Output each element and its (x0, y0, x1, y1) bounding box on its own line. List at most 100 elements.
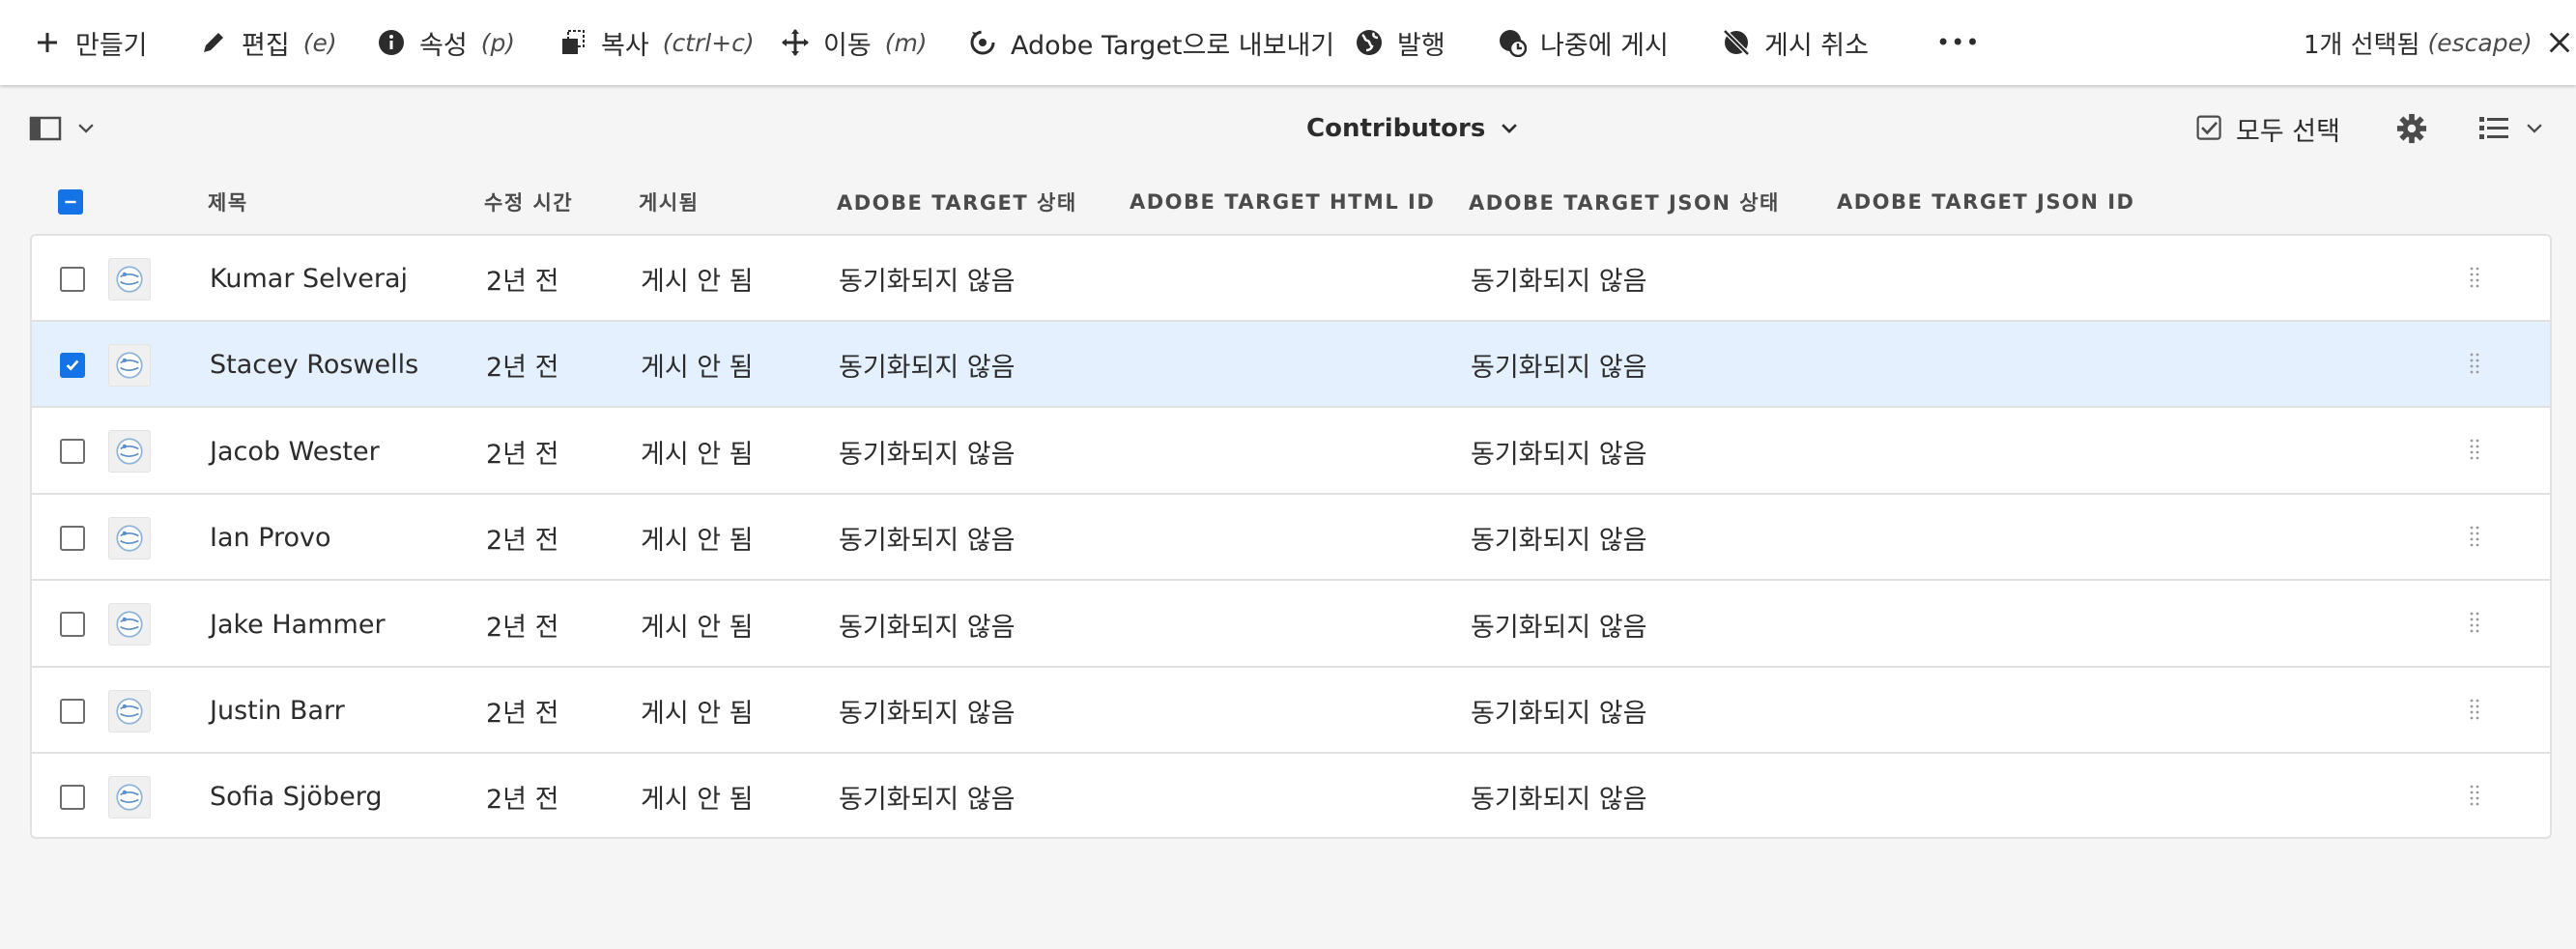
publish-button[interactable]: 발행 (1355, 0, 1445, 85)
content-fragment-thumbnail (108, 603, 151, 647)
published-cell: 게시 안 됨 (641, 439, 754, 470)
close-icon[interactable] (2546, 29, 2573, 56)
drag-handle[interactable] (2469, 668, 2480, 754)
move-label: 이동 (823, 30, 872, 61)
content-fragment-icon (116, 697, 143, 725)
content-fragment-icon (116, 352, 143, 379)
row-checkbox[interactable] (60, 698, 85, 724)
selection-status: 1개 선택됨 (escape) (2304, 0, 2573, 85)
select-all-button[interactable]: 모두 선택 (2195, 87, 2340, 170)
title-cell: Ian Provo (210, 523, 331, 554)
modified-cell: 2년 전 (486, 699, 559, 729)
row-checkbox[interactable] (60, 612, 85, 638)
selection-count-label: 1개 선택됨 (2304, 30, 2420, 60)
drag-handle[interactable] (2469, 754, 2480, 837)
export-target-label: Adobe Target으로 내보내기 (1011, 30, 1335, 61)
drag-handle[interactable] (2469, 495, 2480, 581)
content-fragment-thumbnail (108, 257, 151, 301)
indeterminate-checkbox[interactable] (58, 189, 83, 215)
export-target-button[interactable]: Adobe Target으로 내보내기 (968, 0, 1334, 85)
table-row[interactable]: Sofia Sjöberg 2년 전 게시 안 됨 동기화되지 않음 동기화되지… (32, 754, 2550, 837)
edit-button[interactable]: 편집 (e) (199, 0, 337, 85)
info-icon (379, 30, 404, 55)
gear-icon (2396, 113, 2427, 144)
globe-clock-icon (1500, 30, 1527, 57)
drag-handle-icon (2470, 526, 2479, 547)
column-header-published[interactable]: 게시됨 (639, 170, 699, 234)
modified-cell: 2년 전 (486, 267, 559, 297)
chevron-down-icon (2527, 124, 2542, 133)
target-json-status-cell: 동기화되지 않음 (1471, 612, 1647, 643)
row-checkbox[interactable] (60, 439, 85, 465)
content-fragment-thumbnail (108, 775, 151, 819)
column-header-target-json-status[interactable]: ADOBE TARGET JSON 상태 (1469, 170, 1780, 234)
title-cell: Jacob Wester (210, 436, 380, 467)
title-cell: Jake Hammer (210, 609, 386, 640)
unpublish-button[interactable]: 게시 취소 (1722, 0, 1869, 85)
settings-button[interactable] (2396, 87, 2427, 170)
table-row[interactable]: Kumar Selveraj 2년 전 게시 안 됨 동기화되지 않음 동기화되… (32, 236, 2550, 322)
target-json-status-cell: 동기화되지 않음 (1471, 267, 1647, 297)
drag-handle[interactable] (2469, 236, 2480, 322)
row-checkbox-cell[interactable] (60, 754, 85, 837)
target-json-status-cell: 동기화되지 않음 (1471, 785, 1647, 816)
table-header: 제목 수정 시간 게시됨 ADOBE TARGET 상태 ADOBE TARGE… (0, 170, 2576, 234)
row-checkbox[interactable] (60, 784, 85, 810)
table-row[interactable]: Justin Barr 2년 전 게시 안 됨 동기화되지 않음 동기화되지 않… (32, 668, 2550, 754)
row-checkbox-cell[interactable] (60, 409, 85, 495)
row-checkbox[interactable] (60, 266, 85, 292)
copy-button[interactable]: 복사 (ctrl+c) (558, 0, 755, 85)
row-checkbox-cell[interactable] (60, 495, 85, 581)
view-toolbar: Contributors 모두 선택 (0, 87, 2576, 170)
plus-icon (38, 33, 57, 52)
column-header-target-status[interactable]: ADOBE TARGET 상태 (837, 170, 1077, 234)
column-header-target-json-id[interactable]: ADOBE TARGET JSON ID (1837, 170, 2134, 234)
target-json-status-cell: 동기화되지 않음 (1471, 526, 1647, 557)
column-header-target-html-id[interactable]: ADOBE TARGET HTML ID (1130, 170, 1435, 234)
table-row[interactable]: Stacey Roswells 2년 전 게시 안 됨 동기화되지 않음 동기화… (32, 322, 2550, 409)
move-icon (782, 29, 809, 56)
properties-label: 속성 (419, 30, 468, 61)
more-button[interactable]: ••• (1936, 0, 1980, 85)
drag-handle[interactable] (2469, 409, 2480, 495)
globe-icon (1357, 30, 1382, 55)
drag-handle[interactable] (2469, 322, 2480, 408)
modified-cell: 2년 전 (486, 526, 559, 557)
content-fragment-icon (116, 611, 143, 638)
create-label: 만들기 (75, 30, 148, 61)
rail-toggle-button[interactable] (29, 87, 99, 170)
copy-shortcut: (ctrl+c) (662, 28, 755, 57)
properties-button[interactable]: 속성 (p) (377, 0, 515, 85)
move-button[interactable]: 이동 (m) (781, 0, 928, 85)
column-header-title[interactable]: 제목 (208, 170, 248, 234)
row-checkbox-cell[interactable] (60, 582, 85, 668)
target-json-status-cell: 동기화되지 않음 (1471, 353, 1647, 384)
publish-later-button[interactable]: 나중에 게시 (1498, 0, 1669, 85)
collection-switcher[interactable]: Contributors (1306, 87, 1522, 170)
content-fragment-icon (116, 525, 143, 552)
row-checkbox[interactable] (60, 525, 85, 551)
published-cell: 게시 안 됨 (641, 267, 754, 297)
drag-handle-icon (2470, 612, 2479, 633)
copy-label: 복사 (601, 30, 649, 61)
table-row[interactable]: Jake Hammer 2년 전 게시 안 됨 동기화되지 않음 동기화되지 않… (32, 582, 2550, 668)
row-checkbox-cell[interactable] (60, 668, 85, 754)
row-checkbox-cell[interactable] (60, 322, 85, 408)
table-row[interactable]: Ian Provo 2년 전 게시 안 됨 동기화되지 않음 동기화되지 않음 (32, 495, 2550, 582)
published-cell: 게시 안 됨 (641, 353, 754, 384)
create-button[interactable]: 만들기 (33, 0, 148, 85)
row-checkbox[interactable] (60, 352, 85, 378)
content-fragment-thumbnail (108, 689, 151, 733)
thumbnail-cell (108, 409, 151, 495)
column-header-modified[interactable]: 수정 시간 (484, 170, 573, 234)
target-status-cell: 동기화되지 않음 (839, 785, 1016, 816)
drag-handle[interactable] (2469, 582, 2480, 668)
minus-icon (65, 200, 76, 204)
view-switcher[interactable] (2477, 87, 2547, 170)
more-icon: ••• (1936, 29, 1981, 56)
header-select-checkbox[interactable] (58, 170, 83, 234)
row-checkbox-cell[interactable] (60, 236, 85, 322)
properties-shortcut: (p) (480, 28, 516, 57)
content-fragment-icon (116, 784, 143, 811)
table-row[interactable]: Jacob Wester 2년 전 게시 안 됨 동기화되지 않음 동기화되지 … (32, 409, 2550, 495)
